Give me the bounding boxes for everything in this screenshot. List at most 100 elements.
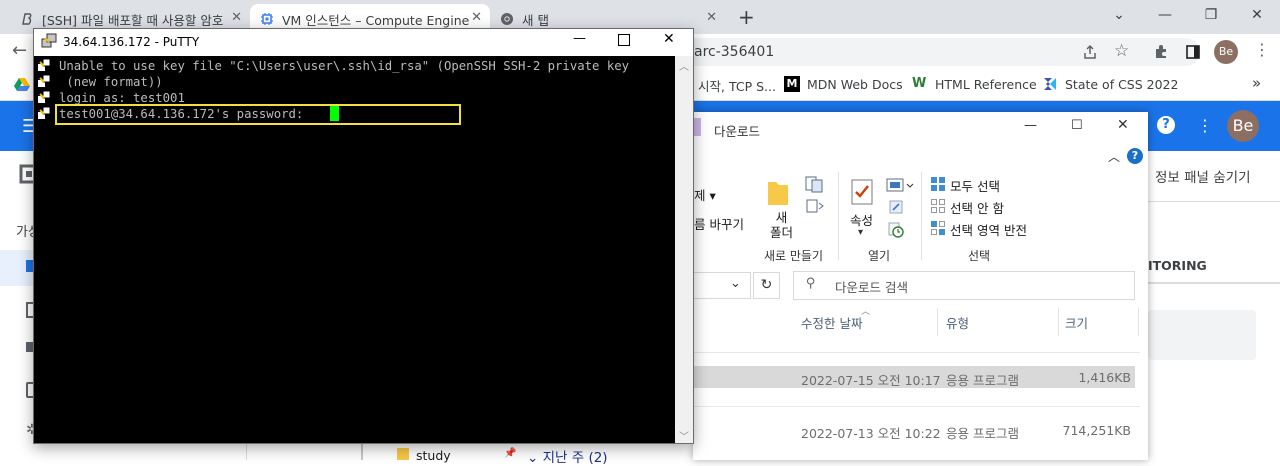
compute-engine-favicon-icon — [261, 13, 273, 25]
tab-underline — [1148, 282, 1280, 284]
ribbon-group-new: 새로 만들기 — [764, 249, 824, 263]
explorer-minimize-icon[interactable]: — — [1024, 118, 1037, 133]
putty-minimize-icon[interactable]: — — [573, 31, 586, 46]
row-date: 2022-07-13 오전 10:22 — [801, 426, 941, 441]
bookmark-mdn[interactable]: M MDN Web Docs — [784, 76, 903, 92]
putty-title: 34.64.136.172 - PuTTY — [63, 35, 200, 49]
tab-close-icon[interactable]: ✕ — [471, 10, 482, 25]
column-header-date[interactable]: 수정한 날짜 — [801, 313, 862, 332]
new-tab-button[interactable]: + — [738, 5, 755, 29]
open-icon[interactable] — [886, 178, 914, 192]
properties-dropdown-icon[interactable]: ▾ — [858, 227, 863, 238]
pin-icon: 📌 — [504, 448, 517, 459]
history-icon[interactable] — [888, 222, 904, 238]
column-divider[interactable] — [937, 308, 938, 336]
column-divider[interactable] — [1058, 308, 1059, 336]
explorer-search-placeholder: 다운로드 검색 — [835, 280, 908, 295]
putty-scrollbar[interactable] — [675, 56, 693, 443]
invert-selection-button[interactable]: 선택 영역 반전 — [950, 220, 1027, 239]
folder-icon — [397, 448, 409, 460]
invert-selection-icon[interactable] — [930, 220, 946, 236]
bookmark-state-of-css[interactable]: State of CSS 2022 — [1042, 76, 1178, 92]
row-date: 2022-07-15 오전 10:17 — [801, 373, 941, 388]
chrome-favicon-icon — [501, 13, 513, 25]
address-dropdown-icon[interactable]: ⌄ — [730, 276, 741, 291]
w3-icon: W — [912, 76, 927, 91]
side-panel-icon[interactable] — [1185, 44, 1201, 60]
explorer-maximize-icon[interactable]: ☐ — [1071, 118, 1083, 133]
hide-info-panel-button[interactable]: 정보 패널 숨기기 — [1155, 166, 1251, 186]
refresh-icon[interactable]: ↻ — [753, 272, 780, 299]
bookmarks-overflow-icon[interactable]: » — [1252, 74, 1261, 92]
explorer-title: 다운로드 — [714, 124, 761, 139]
easy-access-icon[interactable] — [805, 198, 827, 214]
row-type: 응용 프로그램 — [946, 373, 1019, 388]
mdn-icon: M — [784, 76, 800, 92]
column-header-type[interactable]: 유형 — [946, 313, 969, 332]
search-icon: ⚲ — [806, 276, 816, 291]
bookmark-star-icon[interactable]: ☆ — [1114, 41, 1129, 61]
window-minimize-icon[interactable]: — — [1142, 0, 1188, 32]
gcp-profile-avatar[interactable]: Be — [1227, 110, 1259, 142]
new-item-icon[interactable] — [805, 176, 827, 194]
back-arrow-icon[interactable]: ← — [12, 40, 27, 61]
extensions-puzzle-icon[interactable] — [1153, 44, 1169, 60]
bookmark-html-reference[interactable]: W HTML Reference — [912, 76, 1037, 92]
google-drive-icon[interactable] — [14, 77, 30, 91]
window-close-icon[interactable]: ✕ — [1234, 0, 1280, 32]
explorer-title-accent — [693, 118, 701, 136]
window-restore-icon[interactable]: ❐ — [1188, 0, 1234, 32]
profile-avatar[interactable]: Be — [1214, 40, 1238, 64]
tab-label: [SSH] 파일 배포할 때 사용할 암호 — [42, 12, 224, 28]
row-size: 1,416KB — [1078, 370, 1131, 385]
putty-close-icon[interactable]: ✕ — [663, 31, 675, 47]
ribbon-rename-button[interactable]: 름 바꾸기 — [694, 214, 744, 233]
address-bar-text: arc-356401 — [694, 44, 775, 60]
explorer-close-icon[interactable]: ✕ — [1117, 117, 1129, 133]
nav-folder-study[interactable]: study — [416, 448, 451, 463]
putty-app-icon[interactable] — [41, 33, 57, 49]
select-all-icon[interactable] — [930, 176, 946, 192]
blog-favicon-icon — [22, 13, 32, 25]
select-none-icon[interactable] — [930, 198, 946, 214]
ribbon-item-fragment[interactable]: 제 ▾ — [694, 185, 716, 204]
terminal-cursor — [330, 106, 339, 121]
state-of-css-icon — [1044, 78, 1056, 90]
share-icon[interactable] — [1082, 44, 1098, 60]
edit-icon[interactable] — [888, 199, 904, 215]
terminal-key-icon — [38, 90, 51, 103]
column-divider[interactable] — [1138, 308, 1139, 336]
tab-close-icon[interactable]: ✕ — [706, 10, 717, 25]
group-label: 지난 주 (2) — [542, 450, 608, 466]
putty-maximize-icon[interactable] — [618, 34, 630, 46]
tab-close-icon[interactable]: ✕ — [231, 10, 242, 25]
row-type: 응용 프로그램 — [946, 426, 1019, 441]
terminal-line: (new format)) — [59, 75, 163, 89]
scroll-up-icon[interactable]: ︿ — [679, 58, 689, 73]
chrome-menu-icon[interactable]: ⋮ — [1254, 40, 1270, 59]
select-all-button[interactable]: 모두 선택 — [950, 176, 1000, 195]
monitoring-tab[interactable]: ITORING — [1148, 252, 1280, 280]
row-size: 714,251KB — [1062, 423, 1131, 438]
bookmark-label: MDN Web Docs — [807, 76, 903, 92]
ribbon-divider — [921, 172, 922, 260]
address-box-end[interactable] — [693, 272, 751, 299]
group-header-last-week[interactable]: ⌄ 지난 주 (2) — [527, 446, 608, 466]
column-header-size[interactable]: 크기 — [1065, 313, 1088, 332]
scroll-down-icon[interactable]: ﹀ — [679, 428, 689, 443]
select-none-button[interactable]: 선택 안 함 — [950, 198, 1004, 217]
group-divider — [693, 352, 1140, 353]
explorer-help-icon[interactable]: ? — [1127, 148, 1143, 164]
group-divider — [693, 406, 1140, 407]
properties-icon[interactable] — [850, 178, 874, 206]
bookmark-label: HTML Reference — [935, 76, 1037, 92]
ribbon-collapse-icon[interactable]: ︿ — [1108, 148, 1120, 165]
bookmark-tcp[interactable]: 시작, TCP S... — [698, 76, 776, 95]
chrome-tab-search-icon[interactable]: ⌄ — [1096, 0, 1142, 32]
bookmark-label: State of CSS 2022 — [1065, 76, 1179, 92]
help-icon[interactable]: ? — [1157, 116, 1175, 134]
ribbon-new-folder-label[interactable]: 새 폴더 — [770, 210, 793, 240]
new-folder-icon[interactable] — [766, 176, 790, 208]
ribbon-divider — [838, 172, 839, 260]
gcp-menu-icon[interactable]: ⋮ — [1197, 116, 1213, 135]
